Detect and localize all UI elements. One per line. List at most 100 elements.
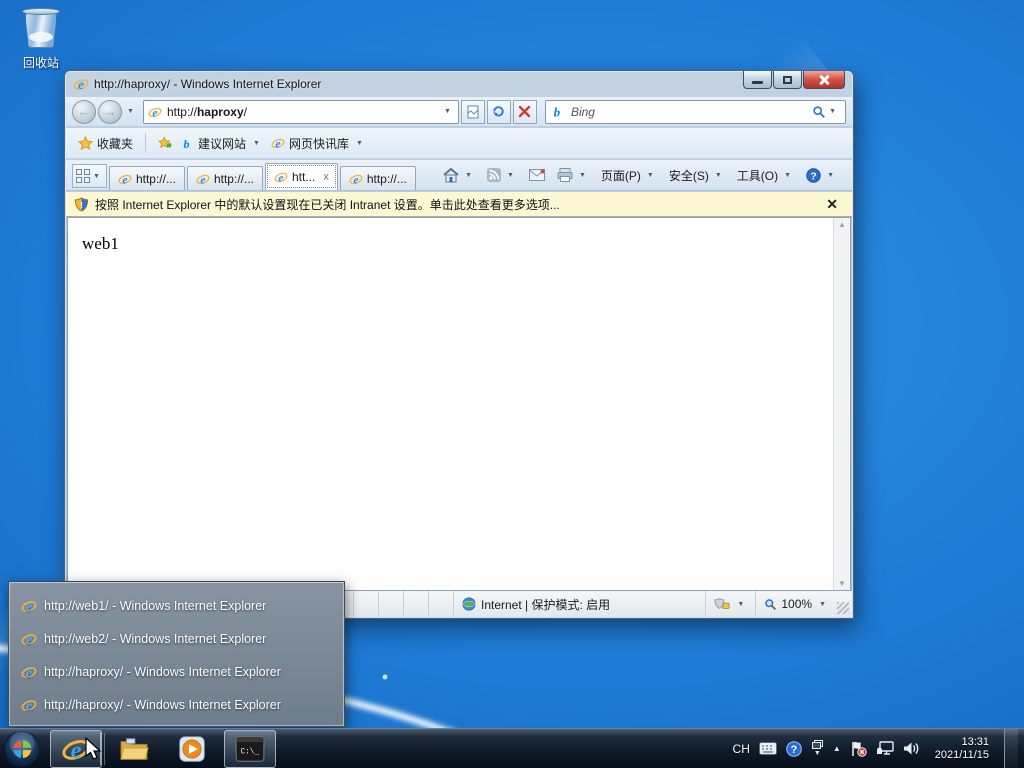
recycle-bin-desktop-icon[interactable]: 回收站	[10, 6, 72, 71]
scroll-up-icon[interactable]: ▲	[838, 220, 846, 229]
window-list-item-haproxy-1[interactable]: e http://haproxy/ - Windows Internet Exp…	[9, 655, 344, 688]
tab-label: htt...	[292, 170, 315, 184]
folder-icon	[119, 736, 149, 762]
tools-menu-label: 工具(O)	[737, 167, 778, 184]
back-button[interactable]: ←	[72, 100, 96, 124]
ie-icon: e	[196, 172, 210, 186]
page-menu-button[interactable]: 页面(P) ▼	[596, 163, 662, 187]
compatibility-view-button[interactable]	[461, 100, 485, 124]
network-icon[interactable]	[876, 741, 894, 756]
close-button[interactable]	[803, 71, 845, 89]
address-text[interactable]: http://haproxy/	[167, 105, 441, 119]
svg-text:e: e	[26, 698, 32, 713]
tray-window-restore-icon[interactable]: ▼	[811, 740, 824, 757]
language-indicator[interactable]: CH	[733, 742, 750, 756]
restore-icon	[783, 76, 792, 84]
zoom-dropdown-icon: ▼	[819, 601, 826, 608]
window-title: http://haproxy/ - Windows Internet Explo…	[94, 77, 321, 91]
command-prompt-icon: C:\_	[235, 736, 265, 762]
close-icon	[818, 75, 830, 85]
resize-grip[interactable]	[837, 602, 849, 614]
taskbar-clock[interactable]: 13:31 2021/11/15	[935, 736, 989, 762]
svg-text:e: e	[26, 632, 32, 647]
status-segment	[429, 591, 454, 617]
quick-tabs-icon	[76, 169, 90, 183]
stop-button[interactable]	[513, 100, 537, 124]
recycle-bin-icon	[19, 6, 63, 52]
tab-2[interactable]: e http://...	[187, 166, 263, 190]
search-icon[interactable]	[812, 105, 826, 119]
quick-tabs-button[interactable]: ▼	[72, 164, 107, 188]
web-slices-button[interactable]: e 网页快讯库 ▼	[267, 131, 370, 155]
taskbar-cmd-button[interactable]: C:\_	[224, 730, 276, 768]
suggested-sites-button[interactable]: b 建议网站 ▼	[178, 131, 267, 155]
refresh-icon	[491, 104, 506, 119]
window-list-item-web1[interactable]: e http://web1/ - Windows Internet Explor…	[9, 589, 344, 622]
tab-1[interactable]: e http://...	[109, 166, 185, 190]
protected-mode-button[interactable]: ▼	[705, 591, 755, 617]
quick-tabs-dropdown-icon: ▼	[93, 173, 100, 180]
recycle-bin-label: 回收站	[10, 54, 72, 71]
infobar-message[interactable]: 按照 Internet Explorer 中的默认设置现在已关闭 Intrane…	[95, 196, 820, 213]
ie-icon: e	[349, 172, 363, 186]
help-tray-icon[interactable]: ?	[786, 741, 802, 757]
mouse-cursor	[84, 737, 106, 761]
keyboard-icon[interactable]	[759, 742, 777, 755]
safety-menu-button[interactable]: 安全(S) ▼	[664, 163, 730, 187]
minimize-button[interactable]	[743, 71, 772, 89]
svg-text:e: e	[71, 736, 82, 762]
restore-button[interactable]	[773, 71, 802, 89]
back-icon: ←	[78, 104, 91, 119]
svg-text:e: e	[152, 105, 157, 119]
address-bar[interactable]: e http://haproxy/ ▼	[143, 100, 459, 124]
ie-window: e http://haproxy/ - Windows Internet Exp…	[64, 70, 854, 619]
safety-menu-label: 安全(S)	[669, 167, 709, 184]
search-options-dropdown-icon[interactable]: ▼	[829, 108, 836, 115]
internet-zone-globe-icon	[462, 597, 476, 611]
volume-icon[interactable]	[903, 741, 920, 756]
suggested-sites-label: 建议网站	[198, 135, 246, 152]
zone-text: Internet | 保护模式: 启用	[481, 596, 610, 613]
navigation-bar: ← → ▼ e http://haproxy/ ▼	[66, 97, 852, 127]
show-desktop-button[interactable]	[1004, 729, 1018, 768]
print-dropdown-icon: ▼	[579, 172, 586, 179]
home-button[interactable]: ▼	[438, 163, 480, 187]
favorites-button[interactable]: 收藏夹	[74, 131, 137, 155]
action-center-flag-icon[interactable]	[850, 741, 867, 757]
window-list-item-web2[interactable]: e http://web2/ - Windows Internet Explor…	[9, 622, 344, 655]
window-titlebar[interactable]: e http://haproxy/ - Windows Internet Exp…	[65, 71, 853, 97]
search-box[interactable]: b Bing ▼	[545, 100, 846, 124]
information-bar[interactable]: ! 按照 Internet Explorer 中的默认设置现在已关闭 Intra…	[66, 192, 852, 217]
mail-icon	[529, 169, 545, 181]
help-icon: ?	[806, 168, 821, 183]
feeds-button[interactable]: ▼	[482, 163, 522, 187]
print-button[interactable]: ▼	[552, 163, 594, 187]
recent-pages-dropdown[interactable]: ▼	[127, 108, 134, 115]
clock-date: 2021/11/15	[935, 749, 989, 762]
address-dropdown-icon[interactable]: ▼	[444, 108, 451, 115]
taskbar-window-list: e http://web1/ - Windows Internet Explor…	[8, 581, 345, 727]
taskbar-media-player-button[interactable]	[166, 730, 218, 768]
tab-4[interactable]: e http://...	[340, 166, 416, 190]
read-mail-button[interactable]	[524, 163, 550, 187]
search-placeholder: Bing	[571, 105, 812, 119]
svg-text:?: ?	[810, 171, 816, 182]
zoom-button[interactable]: 100% ▼	[755, 591, 837, 617]
vertical-scrollbar[interactable]: ▲ ▼	[833, 218, 850, 590]
tab-3-active[interactable]: e htt... x	[265, 163, 338, 190]
start-button[interactable]	[0, 730, 44, 768]
forward-button[interactable]: →	[98, 100, 122, 124]
window-list-item-haproxy-2[interactable]: e http://haproxy/ - Windows Internet Exp…	[9, 688, 344, 721]
tab-close-icon[interactable]: x	[323, 171, 329, 183]
show-hidden-icons-button[interactable]: ▲	[833, 744, 841, 753]
add-favorite-button[interactable]	[154, 131, 178, 155]
refresh-button[interactable]	[487, 100, 511, 124]
scroll-down-icon[interactable]: ▼	[838, 579, 846, 588]
cmd-icon-text: C:\_	[240, 748, 259, 756]
tools-menu-button[interactable]: 工具(O) ▼	[732, 163, 799, 187]
help-button[interactable]: ? ▼	[801, 163, 842, 187]
infobar-close-icon[interactable]: ✕	[820, 196, 844, 213]
ie-icon: e	[21, 697, 37, 713]
taskbar-explorer-button[interactable]	[108, 730, 160, 768]
stop-icon	[518, 105, 531, 118]
